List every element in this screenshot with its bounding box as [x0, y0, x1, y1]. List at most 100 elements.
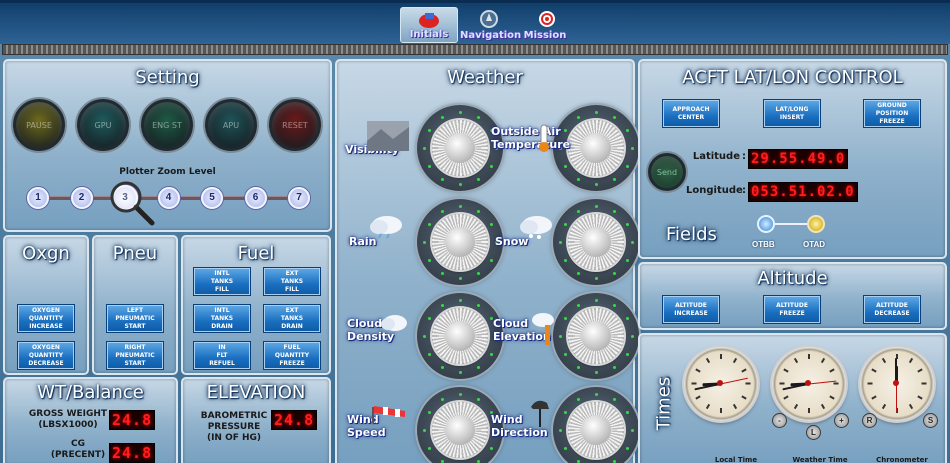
- altitude-panel: Altitude ALTITUDE INCREASE ALTITUDE FREE…: [638, 262, 947, 330]
- clock-mark: [829, 367, 836, 373]
- right-pneumatic-start-button[interactable]: RIGHT PNEUMATIC START: [106, 341, 164, 370]
- dial-tick: [626, 411, 630, 414]
- zoom-level-1-button[interactable]: 1: [27, 187, 49, 209]
- eng-st-button[interactable]: ENG ST: [141, 99, 193, 151]
- navigation-icon: [480, 10, 498, 28]
- zoom-level-5-button[interactable]: 5: [201, 187, 223, 209]
- reset-button[interactable]: RESET: [269, 99, 321, 151]
- dial-knob: [568, 120, 624, 176]
- zoom-level-label: Plotter Zoom Level: [119, 167, 216, 177]
- dial-tick: [441, 303, 444, 307]
- tab-navigation[interactable]: Navigation: [460, 7, 521, 43]
- weather-panel: Weather VisibilityOutside Air Temperatur…: [335, 59, 639, 463]
- clock-mark: [881, 357, 886, 363]
- dial-tick: [631, 147, 634, 150]
- zoom-level-7-button[interactable]: 7: [288, 187, 310, 209]
- dial-tick: [427, 411, 431, 414]
- clock-mark: [745, 382, 751, 385]
- windsock-icon: [372, 406, 405, 423]
- oxygen-increase-button[interactable]: OXYGEN QUANTITY INCREASE: [17, 304, 75, 333]
- oxygen-decrease-button[interactable]: OXYGEN QUANTITY DECREASE: [17, 341, 75, 370]
- longitude-colon: :: [742, 185, 746, 196]
- dial-tick: [631, 429, 634, 432]
- weather-time-plus-button[interactable]: +: [834, 413, 849, 428]
- apu-button[interactable]: APU: [205, 99, 257, 151]
- dial-tick: [441, 272, 444, 276]
- snow-dial[interactable]: [553, 199, 639, 285]
- pneumatic-panel: Pneu LEFT PNEUMATIC START RIGHT PNEUMATI…: [92, 235, 178, 375]
- in-flight-refuel-button[interactable]: IN FLT REFUEL: [193, 341, 251, 370]
- longitude-display[interactable]: 053.51.02.0: [748, 182, 858, 202]
- zoom-level-2-button[interactable]: 2: [70, 187, 93, 209]
- clock-mark: [720, 354, 722, 359]
- ext-tanks-fill-button[interactable]: EXT TANKS FILL: [263, 267, 321, 296]
- clock-mark: [691, 382, 697, 385]
- dial-knob: [432, 308, 488, 364]
- dial-tick: [595, 111, 598, 114]
- times-panel: Times - L + R S Local Time Weather Time …: [638, 333, 947, 463]
- tab-mission[interactable]: Mission: [516, 7, 574, 43]
- gpu-button[interactable]: GPU: [77, 99, 129, 151]
- clock-mark: [829, 394, 836, 400]
- weight-balance-panel: WT/Balance GROSS WEIGHT (LBSX1000) 24.8 …: [3, 377, 178, 463]
- chronometer-start-button[interactable]: S: [923, 413, 938, 428]
- dial-tick: [490, 165, 494, 168]
- fuel-quantity-freeze-button[interactable]: FUEL QUANTITY FREEZE: [263, 341, 321, 370]
- altitude-increase-button[interactable]: ALTITUDE INCREASE: [662, 295, 720, 324]
- field-otbb-toggle[interactable]: [757, 215, 775, 233]
- dial-tick: [427, 317, 431, 320]
- clock-mark: [694, 394, 701, 400]
- dial-tick: [459, 183, 462, 186]
- zoom-level-6-button[interactable]: 6: [244, 187, 267, 209]
- dial-tick: [559, 335, 562, 338]
- setting-title: Setting: [135, 67, 200, 88]
- dial-tick: [423, 147, 426, 150]
- dial-tick: [423, 335, 426, 338]
- elevation-title: ELEVATION: [206, 382, 306, 403]
- intl-tanks-drain-button[interactable]: INTL TANKS DRAIN: [193, 304, 251, 333]
- cg-display: 24.8: [109, 443, 156, 463]
- dial-tick: [563, 353, 567, 356]
- field-otad-toggle[interactable]: [807, 215, 825, 233]
- cloud-density-dial[interactable]: [417, 293, 503, 379]
- rain-dial[interactable]: [417, 199, 503, 285]
- weather-title: Weather: [447, 67, 523, 88]
- oxygen-panel: Oxgn OXYGEN QUANTITY INCREASE OXYGEN QUA…: [3, 235, 89, 375]
- weather-time-minus-button[interactable]: -: [772, 413, 787, 428]
- approach-center-button[interactable]: APPROACH CENTER: [662, 99, 720, 128]
- dial-tick: [613, 397, 616, 401]
- dial-tick: [595, 371, 598, 374]
- left-pneumatic-start-button[interactable]: LEFT PNEUMATIC START: [106, 304, 164, 333]
- send-button[interactable]: Send: [648, 153, 686, 191]
- dial-tick: [577, 115, 580, 119]
- latitude-colon: :: [742, 151, 746, 162]
- chronometer-reset-button[interactable]: R: [862, 413, 877, 428]
- pause-button[interactable]: PAUSE: [13, 99, 65, 151]
- button-label: GPU: [94, 120, 112, 130]
- ground-position-freeze-button[interactable]: GROUND POSITION FREEZE: [863, 99, 921, 128]
- gross-weight-display: 24.8: [109, 410, 156, 430]
- cloud-elevation-dial[interactable]: [553, 293, 639, 379]
- zoom-level-4-button[interactable]: 4: [157, 187, 180, 209]
- intl-tanks-fill-button[interactable]: INTL TANKS FILL: [193, 267, 251, 296]
- clock-mark: [833, 382, 839, 385]
- tab-initials[interactable]: Initials: [400, 7, 458, 43]
- dial-tick: [477, 303, 480, 307]
- latlong-insert-button[interactable]: LAT/LONG INSERT: [763, 99, 821, 128]
- chronometer-clock: [860, 347, 934, 421]
- dial-tick: [577, 303, 580, 307]
- clock-mark: [870, 367, 877, 373]
- altitude-freeze-button[interactable]: ALTITUDE FREEZE: [763, 295, 821, 324]
- status-strip: [2, 44, 948, 55]
- wind-direction-dial[interactable]: [553, 387, 639, 463]
- ext-tanks-drain-button[interactable]: EXT TANKS DRAIN: [263, 304, 321, 333]
- dial-tick: [563, 165, 567, 168]
- clock-mark: [732, 357, 737, 363]
- clock-mark: [741, 367, 748, 373]
- weather-time-l-button[interactable]: L: [806, 425, 821, 440]
- latitude-display[interactable]: 29.55.49.0: [748, 149, 849, 169]
- altitude-decrease-button[interactable]: ALTITUDE DECREASE: [863, 295, 921, 324]
- dial-tick: [441, 178, 444, 182]
- clock-mark: [917, 367, 924, 373]
- clock-mark: [921, 382, 927, 385]
